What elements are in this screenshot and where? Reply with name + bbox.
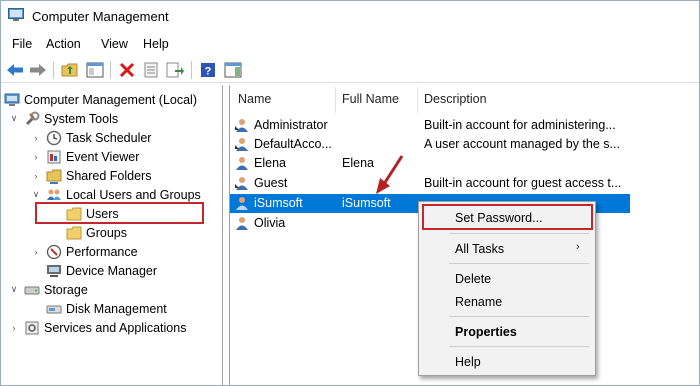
chevron-down-icon[interactable]: ∨ xyxy=(8,113,20,125)
svg-text:?: ? xyxy=(205,66,212,78)
context-item-help[interactable]: Help xyxy=(455,355,481,369)
tools-icon xyxy=(24,111,40,127)
tree-item-groups[interactable]: Groups xyxy=(66,223,127,242)
user-icon xyxy=(236,157,248,170)
users-highlight-box xyxy=(35,202,204,224)
shared-folder-icon xyxy=(46,168,62,184)
user-icon xyxy=(236,217,248,230)
export-list-button[interactable] xyxy=(165,60,185,80)
performance-icon xyxy=(46,244,62,260)
context-item-properties[interactable]: Properties xyxy=(455,325,517,339)
show-hide-tree-button[interactable] xyxy=(85,60,105,80)
tree-item-shared-folders[interactable]: › Shared Folders xyxy=(30,166,151,185)
user-icon xyxy=(236,197,248,210)
menu-file[interactable]: File xyxy=(12,37,32,51)
column-header-full-name[interactable]: Full Name xyxy=(342,92,399,106)
context-item-delete[interactable]: Delete xyxy=(455,272,491,286)
chevron-down-icon[interactable]: ∨ xyxy=(8,284,20,296)
folder-up-icon xyxy=(61,63,78,77)
disk-icon xyxy=(46,301,62,317)
tree-item-computer-management[interactable]: Computer Management (Local) xyxy=(4,90,197,109)
title-bar: Computer Management xyxy=(0,0,700,32)
chevron-right-icon[interactable]: › xyxy=(30,246,42,258)
delete-button[interactable] xyxy=(117,60,137,80)
window-title: Computer Management xyxy=(32,9,169,24)
console-tree: Computer Management (Local) ∨ System Too… xyxy=(0,85,223,386)
forward-arrow-icon xyxy=(30,64,46,76)
chevron-right-icon[interactable]: › xyxy=(30,132,42,144)
event-viewer-icon xyxy=(46,149,62,165)
console-tree-icon xyxy=(86,62,104,78)
list-item-guest[interactable]: Guest Built-in account for guest access … xyxy=(230,174,630,193)
list-item-elena[interactable]: Elena Elena xyxy=(230,154,630,173)
computer-management-icon xyxy=(8,8,24,21)
menu-view[interactable]: View xyxy=(101,37,128,51)
menu-bar: File Action View Help xyxy=(0,33,700,55)
tree-item-disk-management[interactable]: Disk Management xyxy=(46,299,167,318)
menu-help[interactable]: Help xyxy=(143,37,169,51)
list-item-defaultaccount[interactable]: DefaultAcco... A user account managed by… xyxy=(230,135,630,154)
back-button[interactable] xyxy=(5,60,25,80)
chevron-right-icon[interactable]: › xyxy=(30,151,42,163)
tree-item-services-and-applications[interactable]: › Services and Applications xyxy=(8,318,187,337)
action-pane-icon xyxy=(224,62,242,78)
chevron-right-icon[interactable]: › xyxy=(8,322,20,334)
help-icon: ? xyxy=(201,63,215,78)
user-icon xyxy=(235,177,248,190)
properties-icon xyxy=(144,62,158,78)
column-header-description[interactable]: Description xyxy=(424,92,487,106)
selection-extension xyxy=(596,194,630,213)
tree-item-performance[interactable]: › Performance xyxy=(30,242,138,261)
tree-item-task-scheduler[interactable]: › Task Scheduler xyxy=(30,128,151,147)
folder-icon xyxy=(66,225,82,241)
up-one-level-button[interactable] xyxy=(60,60,80,80)
users-group-icon xyxy=(46,187,62,203)
tree-item-system-tools[interactable]: ∨ System Tools xyxy=(8,109,118,128)
computer-icon xyxy=(4,92,20,108)
chevron-right-icon[interactable]: › xyxy=(30,170,42,182)
column-header-name[interactable]: Name xyxy=(238,92,271,106)
help-button[interactable]: ? xyxy=(198,60,218,80)
tree-item-event-viewer[interactable]: › Event Viewer xyxy=(30,147,140,166)
storage-icon xyxy=(24,282,40,298)
context-item-rename[interactable]: Rename xyxy=(455,295,502,309)
tree-item-storage[interactable]: ∨ Storage xyxy=(8,280,88,299)
user-icon xyxy=(235,138,248,151)
set-password-highlight-box xyxy=(422,204,593,230)
list-item-administrator[interactable]: Administrator Built-in account for admin… xyxy=(230,116,630,135)
services-icon xyxy=(24,320,40,336)
properties-button[interactable] xyxy=(141,60,161,80)
clock-icon xyxy=(46,130,62,146)
user-icon xyxy=(235,119,248,132)
back-arrow-icon xyxy=(7,64,23,76)
menu-action[interactable]: Action xyxy=(46,37,81,51)
forward-button[interactable] xyxy=(28,60,48,80)
device-manager-icon xyxy=(46,263,62,279)
show-action-pane-button[interactable] xyxy=(223,60,243,80)
chevron-down-icon[interactable]: ∨ xyxy=(30,189,42,201)
annotation-arrow-icon xyxy=(376,155,404,194)
red-x-icon xyxy=(119,62,135,78)
export-list-icon xyxy=(166,62,184,78)
submenu-arrow-icon: › xyxy=(576,241,580,253)
tree-item-device-manager[interactable]: Device Manager xyxy=(46,261,157,280)
toolbar: ? xyxy=(0,57,700,83)
context-item-all-tasks[interactable]: All Tasks xyxy=(455,242,504,256)
